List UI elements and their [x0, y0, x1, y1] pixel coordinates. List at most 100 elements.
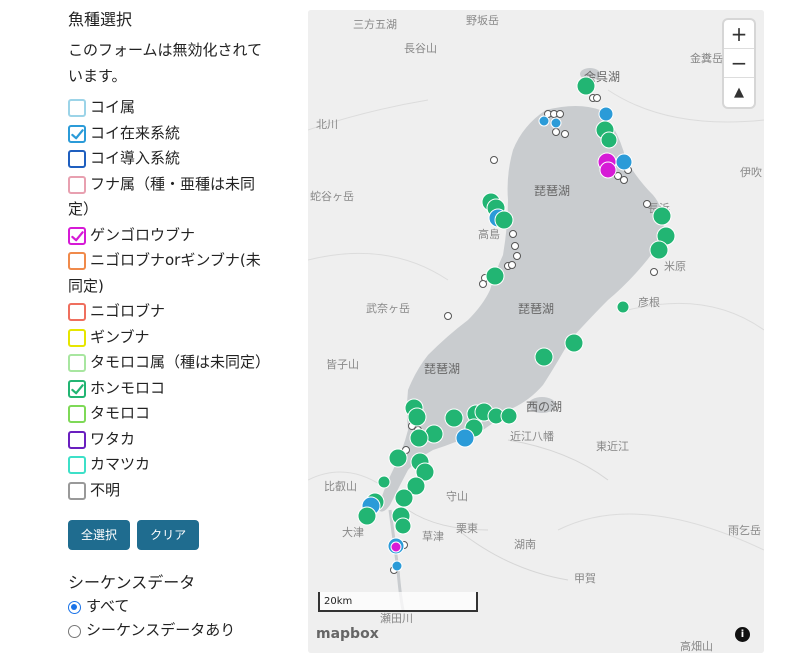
species-option[interactable]: コイ属 — [68, 95, 283, 121]
occurrence-marker[interactable] — [390, 541, 402, 553]
occurrence-marker[interactable] — [564, 333, 584, 353]
occurrence-marker[interactable] — [485, 266, 505, 286]
species-checkbox[interactable] — [68, 124, 86, 143]
occurrence-marker[interactable] — [615, 153, 633, 171]
species-checkbox[interactable] — [68, 379, 86, 398]
species-option[interactable]: ゲンゴロウブナ — [68, 223, 283, 249]
species-label: コイ属 — [90, 98, 136, 116]
species-checkbox[interactable] — [68, 405, 86, 423]
occurrence-marker-unselected[interactable] — [513, 252, 521, 260]
species-option[interactable]: タモロコ — [68, 401, 283, 427]
species-list: コイ属コイ在来系統コイ導入系統フナ属（種・亜種は未同定） ゲンゴロウブナニゴロブナ… — [68, 95, 283, 503]
species-label: タモロコ属（種は未同定） — [90, 353, 271, 371]
species-label: タモロコ — [90, 404, 151, 422]
species-checkbox[interactable] — [68, 430, 86, 449]
radio-button[interactable] — [68, 601, 81, 614]
occurrence-marker[interactable] — [388, 448, 408, 468]
occurrence-marker[interactable] — [649, 240, 669, 260]
occurrence-marker[interactable] — [455, 428, 475, 448]
occurrence-marker-unselected[interactable] — [508, 261, 516, 269]
occurrence-marker-unselected[interactable] — [643, 200, 651, 208]
species-option[interactable]: ニゴロブナorギンブナ(未 同定) — [68, 248, 283, 299]
occurrence-marker[interactable] — [534, 347, 554, 367]
species-label: フナ属（種・亜種は未同 — [90, 174, 256, 193]
species-option[interactable]: コイ導入系統 — [68, 146, 283, 172]
zoom-out-button[interactable]: − — [724, 49, 754, 78]
occurrence-marker-unselected[interactable] — [490, 156, 498, 164]
species-checkbox[interactable] — [68, 354, 86, 372]
species-option[interactable]: フナ属（種・亜種は未同定） — [68, 172, 283, 223]
zoom-in-button[interactable]: + — [724, 20, 754, 49]
species-label: ニゴロブナorギンブナ(未 — [90, 251, 261, 269]
occurrence-marker-unselected[interactable] — [620, 176, 628, 184]
species-checkbox[interactable] — [68, 226, 86, 245]
occurrence-marker-unselected[interactable] — [552, 128, 560, 136]
occurrence-marker[interactable] — [377, 475, 391, 489]
occurrence-marker[interactable] — [391, 560, 403, 572]
occurrence-marker[interactable] — [598, 106, 614, 122]
occurrence-marker[interactable] — [409, 428, 429, 448]
occurrence-marker-unselected[interactable] — [650, 268, 658, 276]
occurrence-marker-unselected[interactable] — [444, 312, 452, 320]
occurrence-layer — [357, 76, 676, 574]
occurrence-marker[interactable] — [652, 206, 672, 226]
occurrence-marker[interactable] — [616, 300, 630, 314]
sequence-options: すべてシーケンスデータあり — [68, 594, 283, 642]
scale-bar: 20km — [318, 592, 478, 612]
occurrence-marker[interactable] — [576, 76, 596, 96]
sequence-option-label: すべて — [86, 597, 130, 615]
select-all-button[interactable]: 全選択 — [68, 520, 131, 550]
species-checkbox[interactable] — [68, 328, 86, 347]
species-option[interactable]: ホンモロコ — [68, 376, 283, 402]
species-checkbox[interactable] — [68, 456, 86, 474]
occurrence-marker[interactable] — [494, 210, 514, 230]
info-icon[interactable]: i — [735, 627, 750, 642]
occurrence-marker[interactable] — [394, 488, 414, 508]
occurrence-marker-unselected[interactable] — [593, 94, 601, 102]
occurrence-marker[interactable] — [599, 161, 617, 179]
species-label: ギンブナ — [90, 327, 150, 346]
species-option[interactable]: 不明 — [68, 478, 283, 504]
sequence-section-title: シーケンスデータ — [68, 573, 196, 592]
occurrence-marker-unselected[interactable] — [561, 130, 569, 138]
species-option[interactable]: ワタカ — [68, 427, 283, 453]
compass-button[interactable]: ▲ — [724, 78, 754, 107]
occurrence-marker[interactable] — [407, 407, 427, 427]
button-row: 全選択 クリア — [68, 520, 283, 550]
radio-button[interactable] — [68, 625, 81, 638]
species-section-title: 魚種選択 — [68, 10, 133, 29]
occurrence-marker[interactable] — [500, 407, 518, 425]
species-label: コイ在来系統 — [90, 123, 181, 142]
species-option[interactable]: タモロコ属（種は未同定） — [68, 350, 283, 376]
species-option[interactable]: ニゴロブナ — [68, 299, 283, 325]
occurrence-marker[interactable] — [444, 408, 464, 428]
occurrence-marker-unselected[interactable] — [479, 280, 487, 288]
species-checkbox[interactable] — [68, 303, 86, 321]
species-checkbox[interactable] — [68, 481, 86, 500]
disabled-notice-line: このフォームは無効化されて — [68, 41, 263, 59]
mapbox-logo[interactable]: mapbox — [316, 626, 379, 642]
occurrence-marker[interactable] — [550, 117, 562, 129]
species-option[interactable]: ギンブナ — [68, 325, 283, 351]
species-label: ゲンゴロウブナ — [90, 225, 196, 244]
species-label: 定） — [68, 200, 99, 218]
sequence-option[interactable]: シーケンスデータあり — [68, 618, 283, 642]
species-option[interactable]: コイ在来系統 — [68, 121, 283, 147]
species-checkbox[interactable] — [68, 99, 86, 117]
occurrence-marker-unselected[interactable] — [556, 110, 564, 118]
occurrence-marker[interactable] — [538, 115, 550, 127]
occurrence-marker-unselected[interactable] — [511, 242, 519, 250]
occurrence-marker[interactable] — [600, 131, 618, 149]
clear-button[interactable]: クリア — [137, 520, 200, 550]
occurrence-marker-unselected[interactable] — [509, 230, 517, 238]
species-option[interactable]: カマツカ — [68, 452, 283, 478]
species-checkbox[interactable] — [68, 252, 86, 270]
occurrence-marker[interactable] — [357, 506, 377, 526]
map[interactable]: 三方五湖野坂岳長谷山余呉湖金糞岳北川伊吹琵琶湖長浜高島米原蛇谷ヶ岳武奈ヶ岳琵琶湖… — [308, 10, 764, 653]
sequence-option[interactable]: すべて — [68, 594, 283, 618]
occurrence-marker[interactable] — [394, 517, 412, 535]
species-checkbox[interactable] — [68, 150, 86, 168]
species-label: カマツカ — [90, 455, 151, 473]
species-label: 不明 — [90, 480, 121, 499]
species-checkbox[interactable] — [68, 175, 86, 194]
